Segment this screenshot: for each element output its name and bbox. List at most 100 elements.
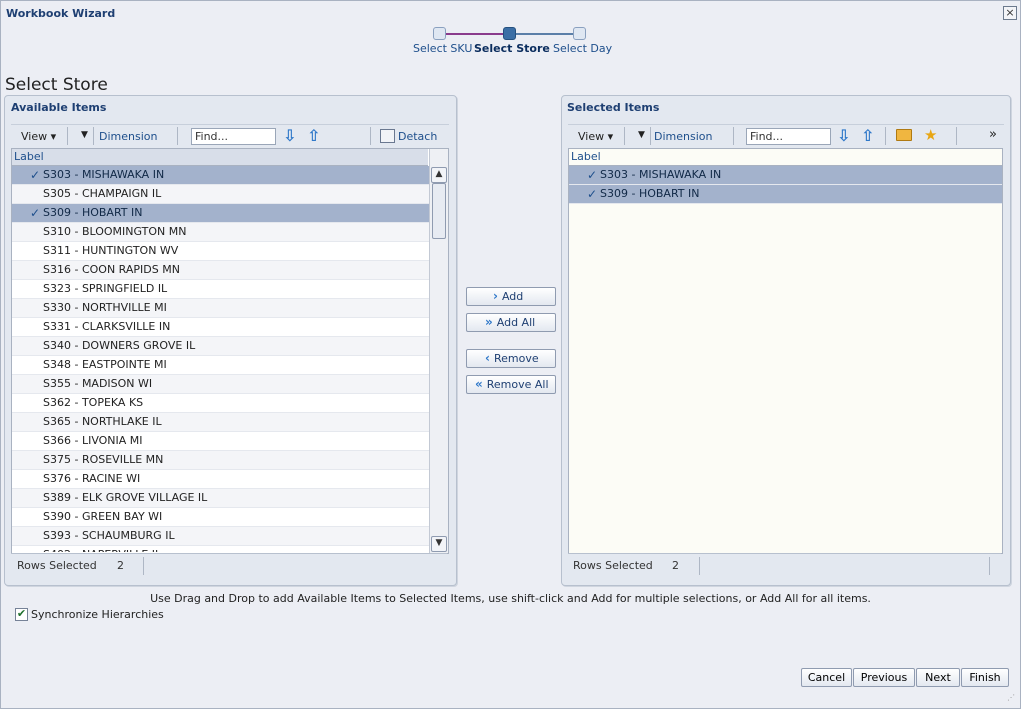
rows-selected-count: 2 [117, 559, 124, 572]
selected-column-header-label[interactable]: Label [569, 149, 1002, 166]
arrow-down-icon[interactable]: ⇩ [837, 128, 850, 144]
row-label: S393 - SCHAUMBURG IL [43, 529, 175, 542]
arrow-up-icon[interactable]: ⇧ [307, 128, 320, 144]
available-items-table: Label ✓ S303 - MISHAWAKA IN S305 - CHAMPAI… [11, 148, 449, 554]
toolbar-separator [177, 127, 178, 145]
table-row[interactable]: S316 - COON RAPIDS MN [12, 261, 429, 280]
chevron-left-icon: ‹ [485, 351, 490, 365]
table-row[interactable]: S390 - GREEN BAY WI [12, 508, 429, 527]
remove-button[interactable]: ‹ Remove [466, 349, 556, 368]
table-row[interactable]: S311 - HUNTINGTON WV [12, 242, 429, 261]
checkmark-icon: ✓ [587, 187, 598, 201]
synchronize-checkbox[interactable]: ✔ [15, 608, 28, 621]
scroll-down-icon[interactable]: ▼ [431, 536, 447, 552]
status-separator [143, 557, 144, 575]
available-view-menu[interactable]: View ▾ [21, 130, 56, 143]
table-row[interactable]: S348 - EASTPOINTE MI [12, 356, 429, 375]
rows-selected-count: 2 [672, 559, 679, 572]
available-scrollbar[interactable]: ▲ ▼ [429, 149, 448, 553]
selected-view-menu[interactable]: View ▾ [578, 130, 613, 143]
cancel-button[interactable]: Cancel [801, 668, 852, 687]
folder-icon[interactable] [896, 129, 912, 141]
remove-all-button[interactable]: «Remove All [466, 375, 556, 394]
table-row[interactable]: S376 - RACINE WI [12, 470, 429, 489]
row-label: S303 - MISHAWAKA IN [43, 168, 165, 181]
toolbar-separator [956, 127, 957, 145]
row-label: S390 - GREEN BAY WI [43, 510, 163, 523]
table-row[interactable]: S362 - TOPEKA KS [12, 394, 429, 413]
train-step-select-day[interactable] [573, 27, 586, 40]
status-separator [699, 557, 700, 575]
close-icon[interactable]: × [1003, 6, 1017, 20]
selected-items-header: Selected Items [567, 101, 660, 114]
table-row[interactable]: S340 - DOWNERS GROVE IL [12, 337, 429, 356]
selected-rows: ✓ S303 - MISHAWAKA IN ✓ S309 - HOBART IN [569, 166, 1002, 552]
table-row[interactable]: S305 - CHAMPAIGN IL [12, 185, 429, 204]
arrow-down-icon[interactable]: ⇩ [283, 128, 296, 144]
toolbar-separator [93, 127, 94, 145]
row-label: S316 - COON RAPIDS MN [43, 263, 180, 276]
chevron-down-icon[interactable]: ▼ [81, 130, 88, 140]
next-button[interactable]: Next [916, 668, 960, 687]
train-step-select-sku[interactable] [433, 27, 446, 40]
table-row[interactable]: S402 - NAPERVILLE IL [12, 546, 429, 552]
star-add-icon[interactable]: ★ [924, 126, 937, 144]
add-all-button[interactable]: » Add All [466, 313, 556, 332]
toolbar-separator [370, 127, 371, 145]
resize-grip-icon[interactable]: ⋰ [1007, 694, 1017, 705]
chevron-right-icon: › [493, 289, 498, 303]
selected-items-table: Label ✓ S303 - MISHAWAKA IN ✓ S309 - HOBART… [568, 148, 1003, 554]
chevron-down-icon[interactable]: ▼ [638, 130, 645, 140]
detach-button[interactable]: Detach [398, 130, 437, 143]
previous-button[interactable]: Previous [853, 668, 915, 687]
table-row[interactable]: ✓ S303 - MISHAWAKA IN [12, 166, 429, 185]
add-button[interactable]: › Add [466, 287, 556, 306]
table-row[interactable]: ✓ S309 - HOBART IN [569, 185, 1002, 204]
available-toolbar: View ▾ ▼ Dimension Find... ⇩ ⇧ Detach [11, 124, 449, 147]
chevron-double-right-icon[interactable]: » [989, 127, 997, 142]
train-label-select-day[interactable]: Select Day [553, 42, 612, 55]
row-label: S340 - DOWNERS GROVE IL [43, 339, 196, 352]
selected-status-bar: Rows Selected 2 [568, 553, 1001, 578]
table-row[interactable]: S389 - ELK GROVE VILLAGE IL [12, 489, 429, 508]
selected-find-input[interactable]: Find... [746, 128, 831, 145]
row-label: S376 - RACINE WI [43, 472, 141, 485]
available-find-input[interactable]: Find... [191, 128, 276, 145]
table-row[interactable]: ✓ S309 - HOBART IN [12, 204, 429, 223]
toolbar-separator [733, 127, 734, 145]
selected-toolbar: View ▾ ▼ Dimension Find... ⇩ ⇧ ★ » [568, 124, 1004, 147]
available-column-header-label[interactable]: Label [12, 149, 428, 166]
scroll-up-icon[interactable]: ▲ [431, 167, 447, 183]
train-label-select-sku[interactable]: Select SKU [413, 42, 472, 55]
available-status-bar: Rows Selected 2 [11, 553, 447, 578]
wizard-train: Select SKU Select Store Select Day [400, 24, 630, 58]
available-items-panel: Available Items View ▾ ▼ Dimension Find.… [4, 95, 457, 586]
finish-button[interactable]: Finish [961, 668, 1009, 687]
table-row[interactable]: S330 - NORTHVILLE MI [12, 299, 429, 318]
table-row[interactable]: S375 - ROSEVILLE MN [12, 451, 429, 470]
rows-selected-label: Rows Selected [573, 559, 653, 572]
chevron-double-right-icon: » [485, 315, 493, 329]
selected-dimension-label[interactable]: Dimension [654, 130, 712, 143]
checkmark-icon: ✓ [30, 168, 41, 182]
scroll-thumb[interactable] [432, 183, 446, 239]
table-row[interactable]: S331 - CLARKSVILLE IN [12, 318, 429, 337]
table-row[interactable]: S355 - MADISON WI [12, 375, 429, 394]
table-row[interactable]: ✓ S303 - MISHAWAKA IN [569, 166, 1002, 185]
synchronize-label[interactable]: Synchronize Hierarchies [31, 608, 164, 621]
available-dimension-label[interactable]: Dimension [99, 130, 157, 143]
row-label: S362 - TOPEKA KS [43, 396, 144, 409]
window-title: Workbook Wizard [6, 7, 116, 20]
table-row[interactable]: S365 - NORTHLAKE IL [12, 413, 429, 432]
table-row[interactable]: S323 - SPRINGFIELD IL [12, 280, 429, 299]
train-line-2 [515, 33, 578, 35]
table-row[interactable]: S310 - BLOOMINGTON MN [12, 223, 429, 242]
checkmark-icon: ✓ [30, 206, 41, 220]
table-row[interactable]: S393 - SCHAUMBURG IL [12, 527, 429, 546]
table-row[interactable]: S366 - LIVONIA MI [12, 432, 429, 451]
arrow-up-icon[interactable]: ⇧ [861, 128, 874, 144]
detach-icon[interactable] [380, 129, 395, 143]
toolbar-separator [67, 127, 68, 145]
train-label-select-store: Select Store [474, 42, 550, 55]
row-label: S330 - NORTHVILLE MI [43, 301, 167, 314]
